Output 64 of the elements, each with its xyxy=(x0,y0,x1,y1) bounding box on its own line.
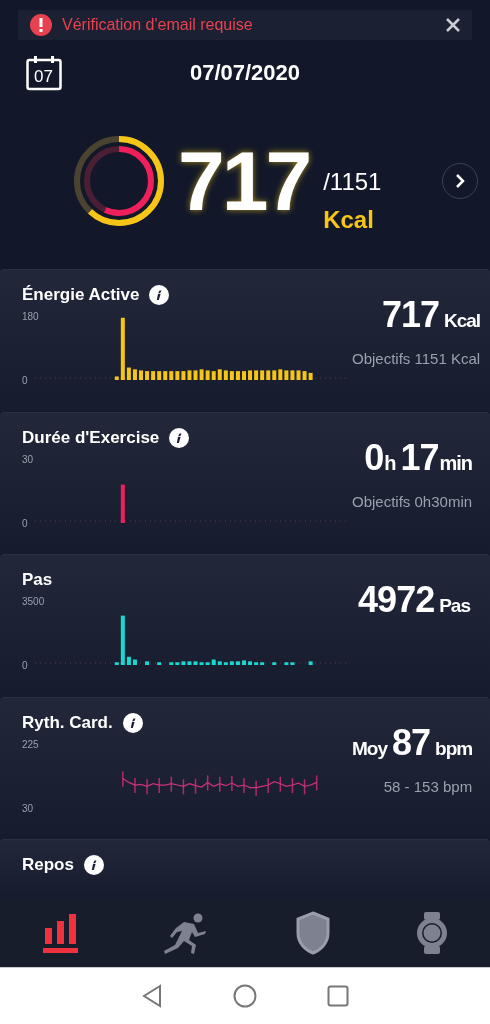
metric-value: 17 xyxy=(400,437,439,479)
card-title: Durée d'Exercise xyxy=(22,428,160,448)
calorie-value: 717 xyxy=(178,139,311,224)
metric-unit: Kcal xyxy=(444,310,481,332)
axis-label: 0 xyxy=(22,518,28,529)
card-title: Pas xyxy=(22,570,53,590)
axis-label: 225 xyxy=(22,739,39,750)
metric-unit: min xyxy=(439,452,473,475)
metric-unit: Pas xyxy=(439,595,470,617)
metric-goal: 58 - 153 bpm xyxy=(383,778,473,795)
chevron-right-icon xyxy=(454,174,466,189)
chart-bar xyxy=(242,660,246,665)
metric-value: 4972 xyxy=(358,579,435,621)
info-icon[interactable] xyxy=(149,285,170,305)
date-title: 07/07/2020 xyxy=(188,60,302,86)
axis-label: 180 xyxy=(22,311,39,322)
watch-icon xyxy=(415,911,448,955)
axis-label: 30 xyxy=(22,454,34,465)
metric-value: 0 xyxy=(364,437,384,479)
metric-card[interactable]: Pas 3500 0 4972 Pas xyxy=(0,554,490,697)
metric-card[interactable]: Durée d'Exercise 30 0 0h 17min Objectifs 0h30min xyxy=(0,412,490,554)
chart-bar xyxy=(145,661,150,665)
chart-bar xyxy=(242,371,246,380)
back-button[interactable] xyxy=(141,984,163,1008)
metric-unit: Moy xyxy=(352,738,387,760)
card-title: Énergie Active xyxy=(22,285,140,305)
calendar-day: 07 xyxy=(34,67,53,87)
metric-unit: bpm xyxy=(435,738,473,760)
close-icon[interactable] xyxy=(446,18,460,33)
calorie-goal: /1151 xyxy=(323,168,383,197)
axis-label: 0 xyxy=(22,660,28,671)
metric-card[interactable]: Ryth. Card. 225 30 Moy 87 bpm 58 - 153 bpm xyxy=(0,697,490,839)
error-icon xyxy=(30,14,52,37)
alert-message: Vérification d'email requise xyxy=(62,16,254,35)
metric-card[interactable]: Énergie Active 180 0 717 Kcal Objectifs 1151 Kcal xyxy=(0,269,490,412)
back-icon xyxy=(141,984,163,1008)
chart-bar xyxy=(157,662,162,665)
metric-goal: Objectifs 0h30min xyxy=(352,493,473,510)
card-title: Repos xyxy=(22,855,74,875)
chart-bar xyxy=(120,484,125,523)
card-title: Ryth. Card. xyxy=(22,713,113,733)
recents-button[interactable] xyxy=(327,985,349,1007)
home-icon xyxy=(233,984,257,1008)
chart-bar xyxy=(308,661,313,665)
info-icon[interactable] xyxy=(122,713,143,733)
home-button[interactable] xyxy=(233,984,257,1008)
axis-label: 3500 xyxy=(22,596,45,607)
bar-chart-icon xyxy=(42,912,79,954)
chart-bar xyxy=(272,662,277,665)
calendar-button[interactable]: 07 xyxy=(26,55,62,91)
progress-ring xyxy=(84,146,154,217)
metric-value: 87 xyxy=(392,722,431,764)
shield-icon xyxy=(294,911,331,955)
metric-card[interactable]: Repos xyxy=(0,839,490,899)
metric-value: 717 xyxy=(381,294,439,336)
recents-icon xyxy=(327,985,349,1007)
info-icon[interactable] xyxy=(169,428,190,448)
axis-label: 0 xyxy=(22,375,28,386)
info-icon[interactable] xyxy=(83,855,104,875)
metric-goal: Objectifs 1151 Kcal xyxy=(352,350,481,367)
axis-label: 30 xyxy=(22,803,34,814)
metric-unit: h xyxy=(384,452,396,475)
chart-bar xyxy=(139,370,143,380)
calorie-unit: Kcal xyxy=(323,206,375,235)
